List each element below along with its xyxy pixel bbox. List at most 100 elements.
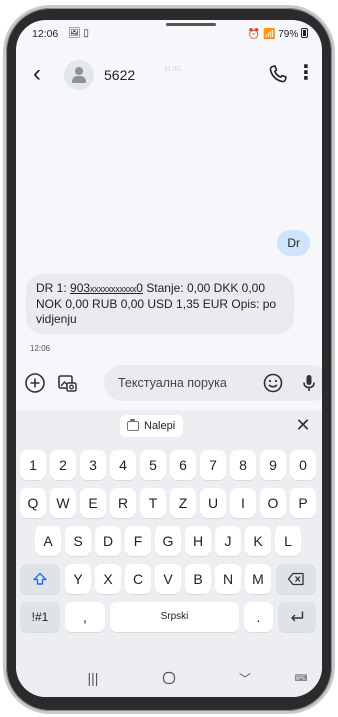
faint-time: 11:41: [164, 66, 181, 73]
key-0[interactable]: 0: [290, 450, 316, 480]
key-h[interactable]: H: [185, 526, 211, 556]
status-bar: 12:06 🖼 ▯ ⏰ 📶 79%: [16, 20, 322, 48]
account-mask: xxxxxxxxxxx: [90, 284, 137, 294]
account-link[interactable]: 903xxxxxxxxxxx0: [70, 281, 143, 295]
key-d[interactable]: D: [95, 526, 121, 556]
wifi-icon: 📶: [262, 29, 276, 40]
keyboard-icon: ⌨: [294, 673, 308, 683]
key-8[interactable]: 8: [230, 450, 256, 480]
key-x[interactable]: X: [95, 564, 121, 594]
person-icon-head: [75, 67, 83, 75]
sent-message-bubble[interactable]: Dr: [277, 230, 310, 256]
key-v[interactable]: V: [155, 564, 181, 594]
more-options-button[interactable]: ⋮: [296, 62, 316, 86]
plus-circle-icon: [25, 373, 45, 393]
alarm-icon: ⏰: [247, 29, 261, 40]
more-vert-icon: ⋮: [296, 62, 316, 84]
account-end: 0: [136, 281, 143, 295]
keyboard: Nalepi ✕ 1 2 3 4 5 6 7 8 9 0 Q W E R T Z: [16, 410, 322, 660]
chevron-down-icon: ﹀: [238, 672, 251, 686]
back-button[interactable]: ‹: [22, 60, 52, 90]
key-2[interactable]: 2: [50, 450, 76, 480]
keyboard-close-button[interactable]: ✕: [292, 414, 314, 436]
message-composer[interactable]: [104, 365, 322, 401]
recents-icon: |||: [87, 670, 99, 686]
call-button[interactable]: [266, 62, 290, 86]
key-9[interactable]: 9: [260, 450, 286, 480]
key-s[interactable]: S: [65, 526, 91, 556]
battery-icon: [301, 28, 308, 38]
comma-key[interactable]: ,: [65, 602, 105, 632]
key-w[interactable]: W: [50, 488, 76, 518]
close-icon: ✕: [295, 415, 311, 435]
key-y[interactable]: Y: [65, 564, 91, 594]
symbols-key[interactable]: !#1: [20, 602, 60, 632]
screen: 12:06 🖼 ▯ ⏰ 📶 79% ‹ 5622 11:41 ⋮ Dr DR 1…: [16, 20, 322, 697]
key-7[interactable]: 7: [200, 450, 226, 480]
home-circle-icon: [162, 671, 176, 685]
key-3[interactable]: 3: [80, 450, 106, 480]
status-right: ⏰ 📶 79%: [248, 28, 308, 40]
conversation-header: ‹ 5622 11:41 ⋮: [16, 54, 322, 98]
backspace-key[interactable]: [276, 564, 316, 594]
phone-icon: [269, 65, 287, 83]
key-4[interactable]: 4: [110, 450, 136, 480]
notification-icons: 🖼 ▯: [68, 28, 89, 39]
keyboard-switch-button[interactable]: ⌨: [288, 668, 314, 688]
system-navigation-bar: ||| ﹀ ⌨: [16, 660, 322, 697]
voice-input-button[interactable]: [298, 372, 320, 394]
key-t[interactable]: T: [140, 488, 166, 518]
key-r[interactable]: R: [110, 488, 136, 518]
key-a[interactable]: A: [35, 526, 61, 556]
message-input[interactable]: [118, 374, 258, 392]
home-button[interactable]: [154, 668, 184, 688]
key-j[interactable]: J: [215, 526, 241, 556]
emoji-button[interactable]: [262, 372, 284, 394]
key-z[interactable]: Z: [170, 488, 196, 518]
gallery-button[interactable]: [56, 372, 78, 394]
contact-avatar[interactable]: [64, 60, 94, 90]
key-m[interactable]: M: [245, 564, 271, 594]
backspace-icon: [287, 572, 304, 586]
add-attachment-button[interactable]: [24, 372, 46, 394]
account-start: 903: [70, 281, 91, 295]
key-q[interactable]: Q: [20, 488, 46, 518]
smiley-icon: [263, 373, 283, 393]
person-icon-body: [72, 76, 86, 83]
status-time: 12:06: [32, 28, 59, 40]
message-prefix: DR 1:: [36, 281, 71, 295]
key-6[interactable]: 6: [170, 450, 196, 480]
key-e[interactable]: E: [80, 488, 106, 518]
key-n[interactable]: N: [215, 564, 241, 594]
key-c[interactable]: C: [125, 564, 151, 594]
compose-row: [16, 360, 322, 404]
enter-key[interactable]: [278, 602, 316, 632]
received-message-bubble[interactable]: DR 1: 903xxxxxxxxxxx0 Stanje: 0,00 DKK 0…: [26, 274, 294, 334]
key-f[interactable]: F: [125, 526, 151, 556]
battery-percent: 79%: [278, 29, 299, 40]
enter-icon: [291, 611, 304, 622]
back-nav-button[interactable]: ﹀: [230, 668, 260, 688]
contact-name[interactable]: 5622: [104, 67, 135, 83]
key-g[interactable]: G: [155, 526, 181, 556]
shift-key[interactable]: [20, 564, 60, 594]
message-timestamp: 12:06: [30, 344, 51, 353]
key-o[interactable]: O: [260, 488, 286, 518]
key-k[interactable]: K: [245, 526, 271, 556]
space-key[interactable]: Srpski: [110, 602, 239, 632]
period-key[interactable]: .: [244, 602, 273, 632]
key-i[interactable]: I: [230, 488, 256, 518]
paste-chip[interactable]: Nalepi: [120, 415, 184, 437]
key-p[interactable]: P: [290, 488, 316, 518]
key-1[interactable]: 1: [20, 450, 46, 480]
gallery-camera-icon: [58, 375, 77, 392]
microphone-icon: [303, 375, 315, 391]
key-l[interactable]: L: [275, 526, 301, 556]
key-b[interactable]: B: [185, 564, 211, 594]
recents-button[interactable]: |||: [78, 668, 108, 688]
clipboard-icon: [127, 419, 139, 431]
key-5[interactable]: 5: [140, 450, 166, 480]
shift-icon: [33, 572, 47, 585]
back-arrow-icon: ‹: [33, 60, 41, 87]
key-u[interactable]: U: [200, 488, 226, 518]
